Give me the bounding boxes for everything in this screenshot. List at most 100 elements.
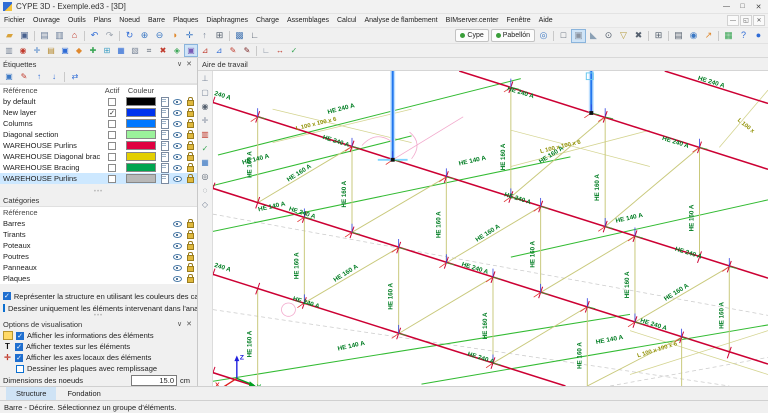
layer-visibility-icon[interactable] — [173, 163, 182, 172]
menu-item-outils[interactable]: Outils — [64, 16, 90, 25]
home-structure-icon[interactable]: ⌂ — [67, 29, 82, 43]
menu-item-aide[interactable]: Aide — [535, 16, 557, 25]
category-lock-icon[interactable] — [186, 263, 195, 272]
report-list-icon[interactable]: ▥ — [52, 29, 67, 43]
orbit-icon[interactable]: ◑ — [167, 29, 182, 43]
menu-item-barre[interactable]: Barre — [144, 16, 169, 25]
rotate-view-icon[interactable]: ↻ — [122, 29, 137, 43]
layer-visibility-icon[interactable] — [173, 119, 182, 128]
settings-b-icon[interactable]: ◌ — [199, 185, 212, 197]
layer-active-checkbox[interactable] — [108, 131, 116, 139]
menu-item-calcul[interactable]: Calcul — [333, 16, 360, 25]
layer-row[interactable]: Diagonal section — [0, 129, 197, 140]
redo-icon[interactable]: ↷ — [102, 29, 117, 43]
tb2-tool-13-icon[interactable]: ◈ — [170, 44, 184, 57]
tb2-tool-21-icon[interactable]: ↔ — [273, 44, 287, 57]
pabellon-chip[interactable]: Pabellón — [491, 29, 535, 42]
category-visibility-icon[interactable] — [173, 252, 182, 261]
category-lock-icon[interactable] — [186, 274, 195, 283]
open-file-icon[interactable]: ▰ — [2, 29, 17, 43]
category-visibility-icon[interactable] — [173, 241, 182, 250]
category-lock-icon[interactable] — [186, 230, 195, 239]
orientation-icon[interactable]: ✛ — [199, 115, 212, 127]
menu-item-noeud[interactable]: Noeud — [115, 16, 144, 25]
zoom-out-icon[interactable]: ⊖ — [152, 29, 167, 43]
save-icon[interactable]: ▣ — [17, 29, 32, 43]
add-layer-icon[interactable]: ▣ — [2, 70, 16, 83]
layer-lock-icon[interactable] — [186, 163, 195, 172]
tb2-tool-22-icon[interactable]: ✓ — [287, 44, 301, 57]
layer-lock-icon[interactable] — [186, 97, 195, 106]
menu-item-plaques[interactable]: Plaques — [169, 16, 202, 25]
child-close-icon[interactable]: ✕ — [753, 15, 765, 26]
menu-item-diaphragmes[interactable]: Diaphragmes — [202, 16, 252, 25]
category-visibility-icon[interactable] — [173, 274, 182, 283]
layer-active-checkbox[interactable] — [108, 98, 116, 106]
capture-icon[interactable]: ▽ — [616, 29, 631, 43]
tb2-tool-5-icon[interactable]: ▣ — [58, 44, 72, 57]
category-lock-icon[interactable] — [186, 252, 195, 261]
help-icon[interactable]: ? — [736, 29, 751, 43]
tb2-tool-10-icon[interactable]: ▧ — [128, 44, 142, 57]
visualisation-option-checkbox[interactable]: ✓ — [16, 332, 24, 340]
tb2-tool-7-icon[interactable]: ✚ — [86, 44, 100, 57]
layer-row[interactable]: by default — [0, 96, 197, 107]
category-lock-icon[interactable] — [186, 219, 195, 228]
ortho-view-icon[interactable]: ⊥ — [199, 73, 212, 85]
select-rect-icon[interactable]: □ — [556, 29, 571, 43]
layer-row[interactable]: New layer✓ — [0, 107, 197, 118]
export-web-icon[interactable]: ◉ — [686, 29, 701, 43]
layer-print-icon[interactable] — [160, 130, 169, 139]
layer-print-icon[interactable] — [160, 163, 169, 172]
snapshot-icon[interactable]: ◇ — [199, 199, 212, 211]
tb2-tool-16-icon[interactable]: ⊿ — [212, 44, 226, 57]
layer-print-icon[interactable] — [160, 108, 169, 117]
tab-structure[interactable]: Structure — [6, 387, 56, 400]
layer-lock-icon[interactable] — [186, 130, 195, 139]
category-row[interactable]: Poutres — [0, 251, 197, 262]
visualisation-close-icon[interactable]: ✕ — [184, 320, 194, 328]
layer-row[interactable]: WAREHOUSE Purlins — [0, 173, 197, 184]
exit-orange-icon[interactable]: ↗ — [701, 29, 716, 43]
visualisation-option-checkbox[interactable]: ✓ — [15, 354, 23, 362]
measure-icon[interactable]: ∟ — [247, 29, 262, 43]
layer-visibility-icon[interactable] — [173, 108, 182, 117]
layer-active-checkbox[interactable] — [108, 164, 116, 172]
category-row[interactable]: Panneaux — [0, 262, 197, 273]
child-restore-icon[interactable]: ◱ — [740, 15, 752, 26]
menu-item-plans[interactable]: Plans — [90, 16, 116, 25]
tb2-tool-3-icon[interactable]: ✛ — [30, 44, 44, 57]
layer-visibility-icon[interactable] — [173, 130, 182, 139]
layer-color-swatch[interactable] — [126, 174, 156, 183]
maximize-icon[interactable]: □ — [735, 1, 750, 12]
category-visibility-icon[interactable] — [173, 230, 182, 239]
visualisation-collapse-icon[interactable]: ∨ — [175, 320, 184, 328]
close-icon[interactable]: ✕ — [751, 1, 766, 12]
category-lock-icon[interactable] — [186, 241, 195, 250]
visualisation-option-checkbox[interactable] — [16, 365, 24, 373]
tab-fondation[interactable]: Fondation — [57, 387, 110, 400]
layers-panel-icon[interactable]: ▥ — [199, 129, 212, 141]
menu-item-fichier[interactable]: Fichier — [0, 16, 29, 25]
layer-visibility-icon[interactable] — [173, 152, 182, 161]
layer-lock-icon[interactable] — [186, 141, 195, 150]
history-icon[interactable]: ⊙ — [601, 29, 616, 43]
layer-row[interactable]: WAREHOUSE Diagonal bracing — [0, 151, 197, 162]
tb2-tool-6-icon[interactable]: ◆ — [72, 44, 86, 57]
category-visibility-icon[interactable] — [173, 219, 182, 228]
tb2-tool-11-icon[interactable]: ⌗ — [142, 44, 156, 57]
undo-icon[interactable]: ↶ — [87, 29, 102, 43]
tb2-tool-2-icon[interactable]: ◉ — [16, 44, 30, 57]
menu-item-bimserver-center[interactable]: BIMserver.center — [442, 16, 503, 25]
menu-item-analyse-de-flambement[interactable]: Analyse de flambement — [360, 16, 441, 25]
move-layer-up-icon[interactable]: ↑ — [32, 70, 46, 83]
move-layer-down-icon[interactable]: ↓ — [47, 70, 61, 83]
layer-print-icon[interactable] — [160, 141, 169, 150]
layer-lock-icon[interactable] — [186, 174, 195, 183]
pan-icon[interactable]: ✛ — [182, 29, 197, 43]
layer-print-icon[interactable] — [160, 97, 169, 106]
tb2-tool-1-icon[interactable]: ▥ — [2, 44, 16, 57]
etiquettes-collapse-icon[interactable]: ∨ — [175, 60, 184, 68]
tb2-tool-4-icon[interactable]: ▤ — [44, 44, 58, 57]
layer-color-swatch[interactable] — [126, 141, 156, 150]
